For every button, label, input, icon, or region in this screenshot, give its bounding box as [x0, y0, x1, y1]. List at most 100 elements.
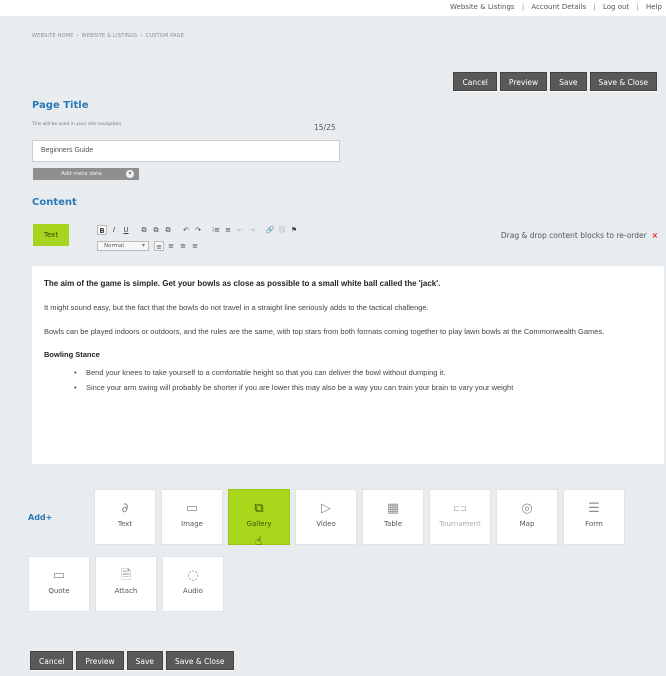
- add-video-block[interactable]: ▷ Video: [295, 489, 357, 545]
- block-label: Table: [383, 520, 403, 528]
- character-counter: 15/25: [314, 123, 336, 132]
- page-title-helper: This will be used in your site navigatio…: [32, 122, 122, 127]
- add-map-block[interactable]: ◎ Map: [496, 489, 558, 545]
- add-attach-block[interactable]: 🗎 Attach: [95, 556, 157, 612]
- text-block-tag[interactable]: Text: [33, 224, 69, 246]
- nav-separator: |: [593, 3, 596, 11]
- bottom-action-bar: Cancel Preview Save Save & Close: [30, 649, 237, 670]
- toolbar-row-2: Normal ≡ ≡ ≡ ≡: [97, 240, 301, 252]
- save-button[interactable]: Save: [550, 72, 587, 91]
- article-paragraph: It might sound easy, but the fact that t…: [44, 303, 429, 312]
- save-button[interactable]: Save: [126, 651, 164, 670]
- add-block-label: Add+: [28, 513, 53, 522]
- align-center-icon[interactable]: ≡: [166, 241, 176, 251]
- nav-separator: |: [521, 3, 525, 11]
- list-item: Since your arm swing will probably be sh…: [74, 382, 652, 394]
- breadcrumb-separator: ›: [140, 33, 143, 39]
- add-quote-block[interactable]: ▭ Quote: [28, 556, 90, 612]
- unlink-icon[interactable]: ⛓: [277, 225, 287, 235]
- page-title-heading: Page Title: [32, 100, 89, 111]
- block-label: Video: [316, 520, 336, 528]
- redo-icon[interactable]: ↷: [193, 225, 203, 235]
- text-icon: ∂: [121, 501, 129, 516]
- rich-text-editor[interactable]: The aim of the game is simple. Get your …: [32, 266, 664, 464]
- article-paragraph: Bowls can be played indoors or outdoors,…: [44, 327, 605, 336]
- editor-toolbar: B I U ⧉ ⧉ ⧉ ↶ ↷ ⁝≡ ≡ ⇤ ⇥ 🔗 ⛓ ⚑ Normal ≡ …: [97, 224, 301, 256]
- nav-link-help[interactable]: Help: [646, 3, 662, 11]
- toolbar-row-1: B I U ⧉ ⧉ ⧉ ↶ ↷ ⁝≡ ≡ ⇤ ⇥ 🔗 ⛓ ⚑: [97, 224, 301, 236]
- copy-icon[interactable]: ⧉: [139, 225, 149, 235]
- flag-icon[interactable]: ⚑: [289, 225, 299, 235]
- block-label: Audio: [183, 587, 203, 595]
- map-pin-icon: ◎: [521, 501, 533, 516]
- cancel-button[interactable]: Cancel: [453, 72, 497, 91]
- block-label: Text: [117, 520, 133, 528]
- top-navigation: Website & Listings | Account Details | L…: [0, 0, 666, 16]
- cancel-button[interactable]: Cancel: [30, 651, 74, 670]
- content-heading: Content: [32, 197, 77, 208]
- table-icon: ▦: [386, 501, 400, 516]
- image-icon: ▭: [185, 501, 199, 516]
- article-bullet-list: Bend your knees to take yourself to a co…: [44, 367, 652, 394]
- nav-separator: |: [636, 3, 639, 11]
- article-lead: The aim of the game is simple. Get your …: [44, 279, 441, 288]
- add-meta-data-button[interactable]: Add meta data ▾: [33, 168, 139, 180]
- top-nav-links: Website & Listings | Account Details | L…: [450, 3, 662, 11]
- add-table-block[interactable]: ▦ Table: [362, 489, 424, 545]
- paste-text-icon[interactable]: ⧉: [163, 225, 173, 235]
- top-action-bar: Cancel Preview Save Save & Close: [450, 70, 657, 91]
- form-icon: ☰: [588, 501, 600, 516]
- italic-button[interactable]: I: [109, 225, 119, 235]
- breadcrumb-item-current: CUSTOM PAGE: [145, 33, 185, 39]
- nav-link-account-details[interactable]: Account Details: [531, 3, 586, 11]
- tournament-icon: ⊏⊐: [453, 504, 467, 513]
- format-select[interactable]: Normal: [97, 241, 149, 251]
- quote-icon: ▭: [52, 568, 66, 583]
- chevron-down-icon: ▾: [126, 170, 134, 178]
- nav-link-website-listings[interactable]: Website & Listings: [450, 3, 515, 11]
- list-item: Bend your knees to take yourself to a co…: [74, 367, 652, 379]
- numbered-list-icon[interactable]: ⁝≡: [211, 225, 221, 235]
- block-label: Tournament: [439, 520, 481, 528]
- underline-button[interactable]: U: [121, 225, 131, 235]
- block-label: Image: [181, 520, 203, 528]
- link-icon[interactable]: 🔗: [265, 225, 275, 235]
- save-close-button[interactable]: Save & Close: [589, 72, 657, 91]
- drag-hint-text: Drag & drop content blocks to re-order: [500, 231, 647, 240]
- remove-block-icon[interactable]: ×: [652, 231, 658, 240]
- attach-icon: 🗎: [120, 568, 132, 583]
- page-title-input[interactable]: Beginners Guide: [32, 140, 340, 162]
- align-justify-icon[interactable]: ≡: [190, 241, 200, 251]
- save-close-button[interactable]: Save & Close: [166, 651, 234, 670]
- breadcrumb-separator: ›: [76, 33, 79, 39]
- add-image-block[interactable]: ▭ Image: [161, 489, 223, 545]
- hand-cursor-icon: ☝: [255, 534, 263, 548]
- gallery-icon: ⧉: [254, 501, 264, 516]
- nav-link-log-out[interactable]: Log out: [603, 3, 629, 11]
- add-meta-data-label: Add meta data: [61, 171, 102, 177]
- indent-icon[interactable]: ⇥: [247, 225, 257, 235]
- drag-reorder-hint: Drag & drop content blocks to re-order ×: [501, 231, 658, 240]
- breadcrumb-item[interactable]: WEBSITE & LISTINGS: [82, 33, 138, 39]
- align-left-icon[interactable]: ≡: [154, 241, 164, 251]
- align-right-icon[interactable]: ≡: [178, 241, 188, 251]
- block-label: Gallery: [246, 520, 272, 528]
- add-tournament-block[interactable]: ⊏⊐ Tournament: [429, 489, 491, 545]
- bullet-list-icon[interactable]: ≡: [223, 225, 233, 235]
- block-label: Attach: [114, 587, 138, 595]
- bold-button[interactable]: B: [97, 225, 107, 235]
- preview-button[interactable]: Preview: [499, 72, 548, 91]
- preview-button[interactable]: Preview: [76, 651, 124, 670]
- paste-icon[interactable]: ⧉: [151, 225, 161, 235]
- undo-icon[interactable]: ↶: [181, 225, 191, 235]
- block-label: Quote: [48, 587, 70, 595]
- add-form-block[interactable]: ☰ Form: [563, 489, 625, 545]
- block-label: Map: [519, 520, 535, 528]
- add-text-block[interactable]: ∂ Text: [94, 489, 156, 545]
- outdent-icon[interactable]: ⇤: [235, 225, 245, 235]
- breadcrumb: WEBSITE HOME › WEBSITE & LISTINGS › CUSTOM P…: [32, 33, 184, 39]
- article-subheading: Bowling Stance: [44, 350, 100, 359]
- audio-icon: ◌: [187, 568, 199, 583]
- breadcrumb-item[interactable]: WEBSITE HOME: [32, 33, 73, 39]
- add-audio-block[interactable]: ◌ Audio: [162, 556, 224, 612]
